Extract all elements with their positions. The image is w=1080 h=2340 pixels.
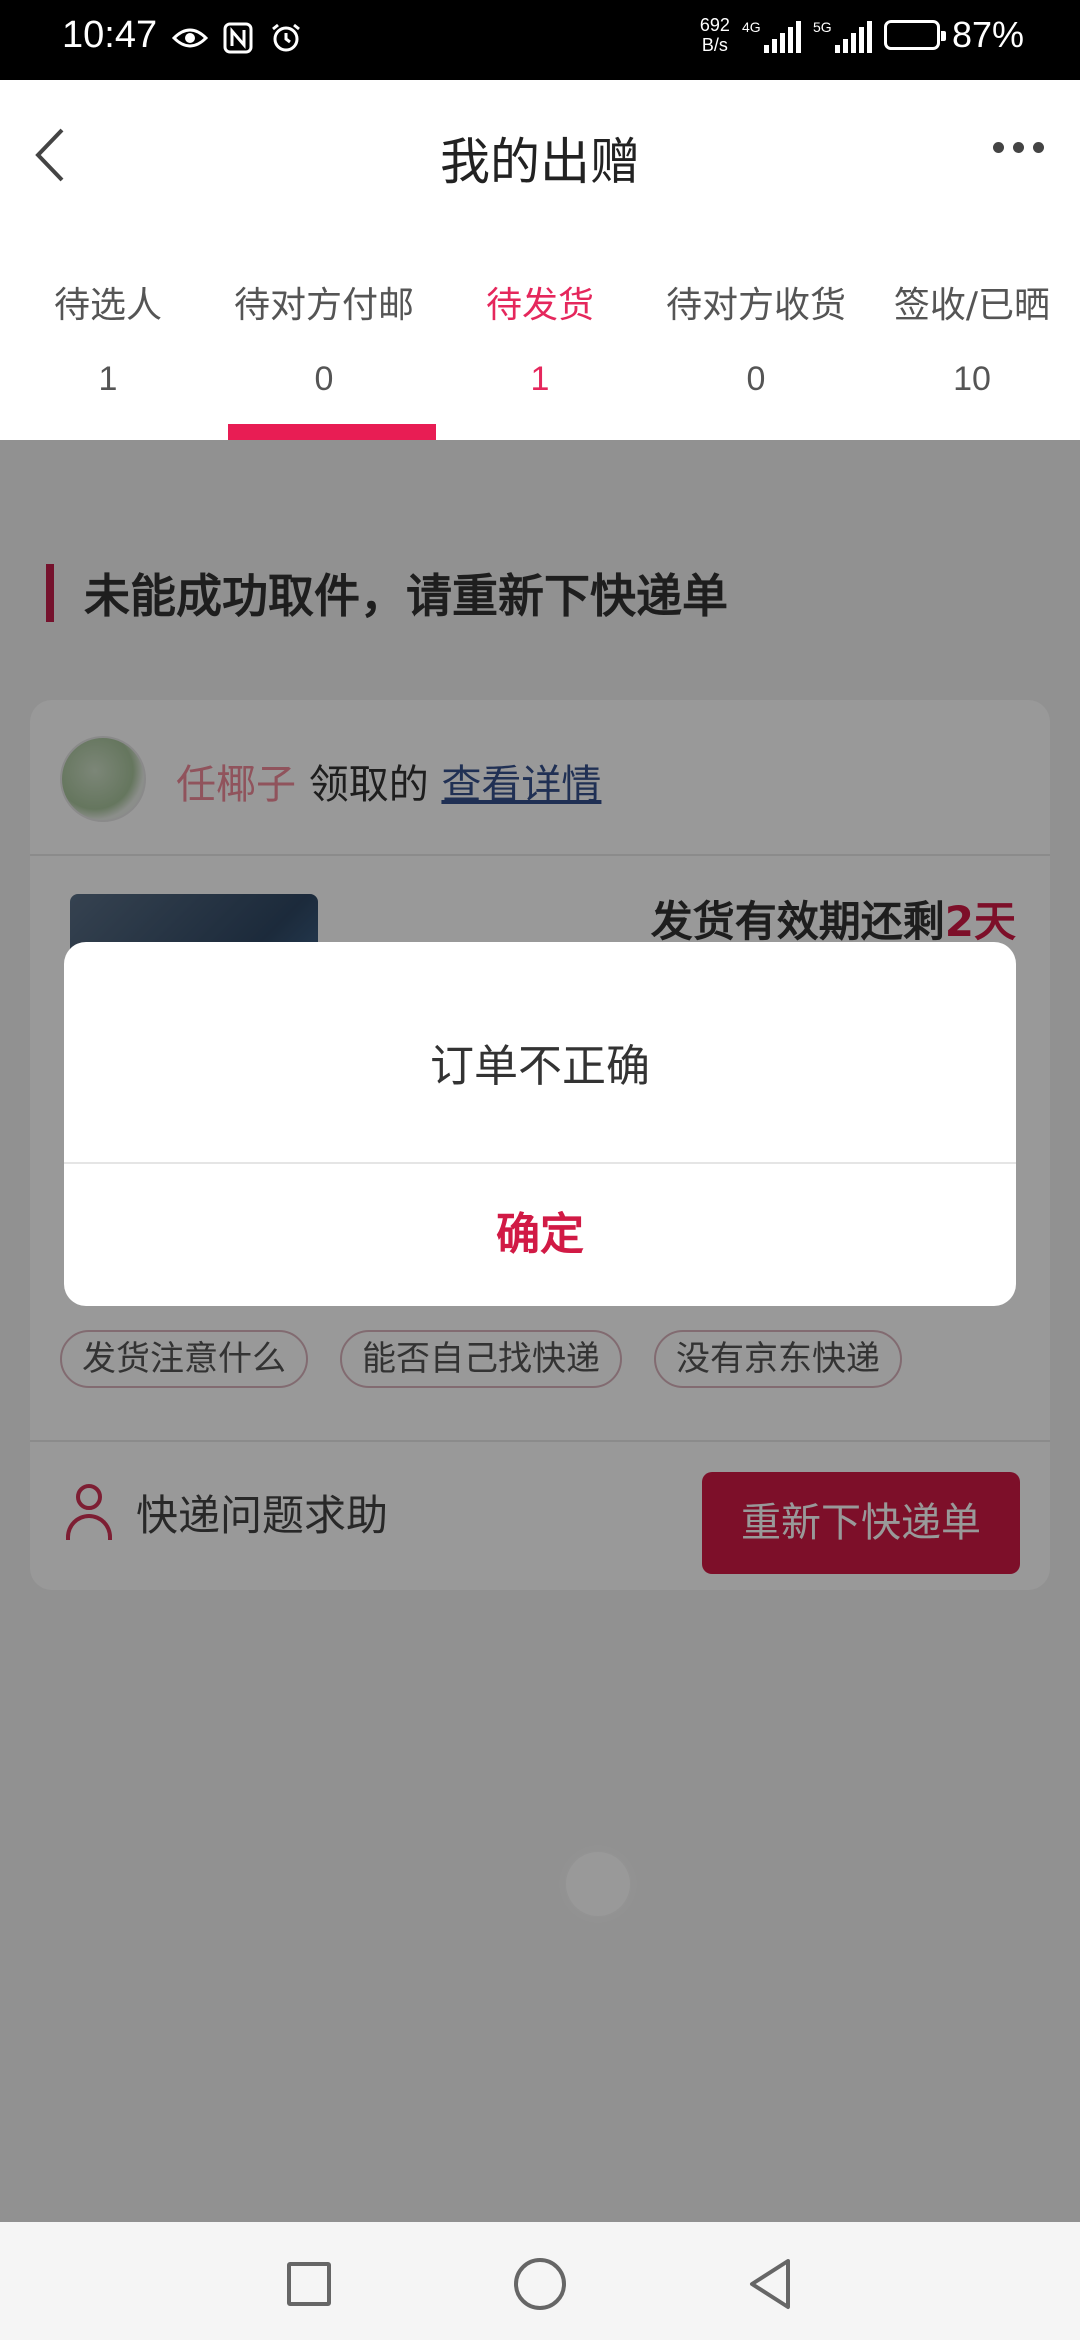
- home-icon[interactable]: [514, 2258, 566, 2310]
- status-time: 10:47: [62, 14, 158, 56]
- tab-pending-postage[interactable]: 待对方付邮 0: [216, 230, 432, 442]
- net-speed-value: 692: [699, 15, 730, 35]
- tab-count: 0: [746, 360, 766, 398]
- tab-pending-receipt[interactable]: 待对方收货 0: [648, 230, 864, 442]
- tab-label: 待发货: [485, 285, 594, 326]
- error-dialog: 订单不正确 确定: [64, 942, 1016, 1306]
- more-options-icon[interactable]: [993, 142, 1044, 153]
- app-header: 我的出赠: [0, 80, 1080, 230]
- tab-label: 待对方收货: [665, 285, 846, 326]
- tab-count: 0: [314, 360, 334, 398]
- tab-pending-shipment[interactable]: 待发货 1: [432, 230, 648, 442]
- back-triangle-icon[interactable]: [744, 2256, 796, 2312]
- battery-percent: 87%: [951, 14, 1024, 55]
- recent-apps-icon[interactable]: [287, 2262, 331, 2306]
- system-nav-bar: [0, 2222, 1080, 2340]
- eye-icon: [172, 20, 208, 56]
- tab-label: 待选人: [53, 285, 162, 326]
- dialog-message: 订单不正确: [430, 1041, 650, 1092]
- net-speed: 692 B/s: [700, 15, 730, 55]
- alarm-icon: [268, 20, 304, 56]
- net-speed-unit: B/s: [701, 35, 728, 55]
- tab-pending-selection[interactable]: 待选人 1: [0, 230, 216, 442]
- status-icons: [172, 20, 304, 56]
- status-bar: 10:47 692 B/s 4G 5G 87%: [0, 0, 1080, 80]
- tab-received-shared[interactable]: 签收/已晒 10: [864, 230, 1080, 442]
- tab-count: 1: [98, 360, 118, 398]
- page-title: 我的出赠: [440, 133, 640, 191]
- sim1-type: 4G: [741, 19, 761, 35]
- nfc-icon: [220, 20, 256, 56]
- status-tabs: 待选人 1 待对方付邮 0 待发货 1 待对方收货 0 签收/已晒 10: [0, 230, 1080, 442]
- tab-label: 签收/已晒: [893, 285, 1051, 326]
- active-tab-indicator: [228, 424, 436, 440]
- signal-sim1-icon: 4G: [742, 17, 801, 53]
- status-right: 692 B/s 4G 5G 87%: [700, 14, 1024, 56]
- tab-count: 1: [530, 360, 550, 398]
- dialog-confirm-button[interactable]: 确定: [64, 1164, 1016, 1306]
- tab-count: 10: [953, 360, 991, 398]
- tab-label: 待对方付邮: [233, 285, 414, 326]
- modal-overlay[interactable]: [0, 440, 1080, 2222]
- battery-icon: [883, 20, 946, 50]
- sim2-type: 5G: [812, 19, 832, 35]
- signal-sim2-icon: 5G: [813, 17, 872, 53]
